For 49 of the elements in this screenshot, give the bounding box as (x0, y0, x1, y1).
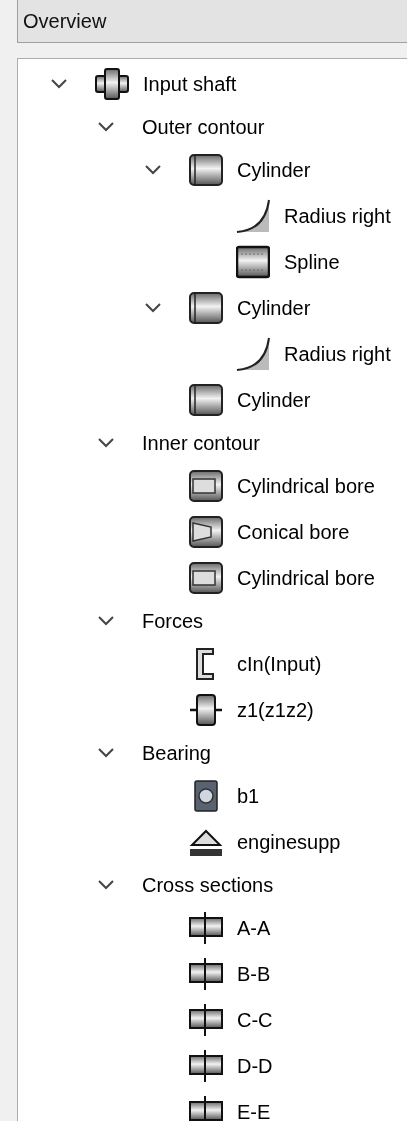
cylinder-icon (189, 153, 223, 187)
tree-item-label[interactable]: Cylindrical bore (237, 471, 375, 501)
tree-item-label[interactable]: E-E (237, 1097, 271, 1121)
tree-item-label[interactable]: Forces (142, 606, 204, 636)
panel-title: Overview (23, 9, 107, 34)
tree-item-label[interactable]: Radius right (284, 201, 391, 231)
tree-item-label[interactable]: Bearing (142, 738, 211, 768)
chevron-down-icon[interactable] (97, 121, 115, 133)
tree-item-label[interactable]: Radius right (284, 339, 391, 369)
cross-section-icon (189, 1003, 223, 1037)
gear-block-icon (189, 693, 223, 727)
tree-item-label[interactable]: Conical bore (237, 517, 350, 547)
tree-item-label[interactable]: enginesupp (237, 827, 341, 857)
tree-item-label[interactable]: Spline (284, 247, 340, 277)
tree-item-label[interactable]: z1(z1z2) (237, 695, 314, 725)
tree-item-label[interactable]: Cylindrical bore (237, 563, 375, 593)
fillet-curve-icon (236, 337, 270, 371)
tree-item-label[interactable]: D-D (237, 1051, 273, 1081)
tree-item-label[interactable]: b1 (237, 781, 260, 811)
tree-item-label[interactable]: cIn(Input) (237, 649, 322, 679)
tree-item-label[interactable]: Cylinder (237, 155, 311, 185)
cross-section-icon (189, 957, 223, 991)
cross-section-icon (189, 911, 223, 945)
cylinder-icon (189, 383, 223, 417)
tree-item-label[interactable]: Cross sections (142, 870, 274, 900)
bore-icon (189, 469, 223, 503)
chevron-down-icon[interactable] (97, 747, 115, 759)
chevron-down-icon[interactable] (50, 78, 68, 90)
conical-bore-icon (189, 515, 223, 549)
tree-item-label[interactable]: Outer contour (142, 112, 265, 142)
tree-item-label[interactable]: C-C (237, 1005, 273, 1035)
tree-item-label[interactable]: A-A (237, 913, 271, 943)
chevron-down-icon[interactable] (97, 615, 115, 627)
chevron-down-icon[interactable] (144, 302, 162, 314)
chevron-down-icon[interactable] (97, 879, 115, 891)
tree-item-label[interactable]: Cylinder (237, 293, 311, 323)
tree-item-label[interactable]: Input shaft (143, 69, 237, 99)
cross-section-icon (189, 1095, 223, 1121)
tree-item-label[interactable]: B-B (237, 959, 271, 989)
shaft-icon (95, 67, 129, 101)
spline-icon (236, 245, 270, 279)
tree-item-label[interactable]: Inner contour (142, 428, 260, 458)
chevron-down-icon[interactable] (97, 437, 115, 449)
cylinder-icon (189, 291, 223, 325)
bore-icon (189, 561, 223, 595)
fillet-curve-icon (236, 199, 270, 233)
chevron-down-icon[interactable] (144, 164, 162, 176)
cross-section-icon (189, 1049, 223, 1083)
tree-item-label[interactable]: Cylinder (237, 385, 311, 415)
